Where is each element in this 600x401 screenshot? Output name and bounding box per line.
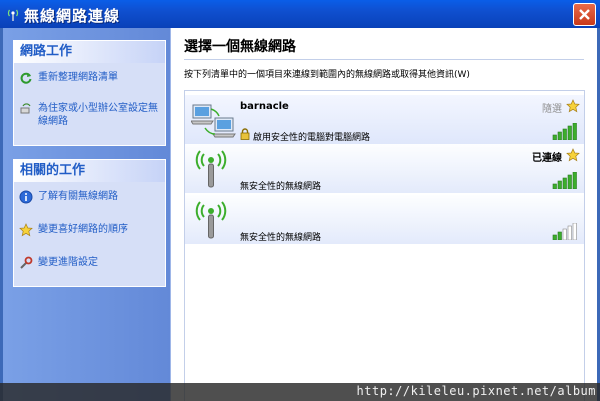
signal-strength-icon [552, 123, 577, 140]
network-name: barnacle [240, 101, 289, 112]
lock-icon [240, 128, 250, 140]
page-title: 選擇一個無線網路 [184, 39, 296, 55]
close-button[interactable] [573, 3, 596, 26]
settings-icon [20, 256, 33, 269]
related-tasks-heading: 相關的工作 [14, 160, 165, 182]
wireless-setup-icon [20, 103, 31, 114]
title-bar[interactable]: 無線網路連線 [0, 0, 600, 28]
signal-strength-icon [552, 172, 577, 189]
signal-bar [552, 183, 557, 189]
learn-wireless-label: 了解有關無線網路 [38, 191, 118, 202]
watermark-text: http://kileleu.pixnet.net/album [356, 384, 596, 398]
wireless-antenna-icon [195, 201, 227, 239]
network-item[interactable]: 已連線 無安全性的無線網路 [185, 144, 584, 193]
network-status: 已連線 [532, 153, 562, 164]
wireless-connection-window: 無線網路連線 網路工作 重新整理網路清單 為住家或小型辦公室設定無線網路 相關的… [0, 0, 600, 401]
signal-bar [557, 131, 562, 140]
learn-wireless-link[interactable]: 了解有關無線網路 [14, 190, 165, 204]
signal-bar [572, 223, 577, 240]
watermark-bar: http://kileleu.pixnet.net/album [0, 383, 600, 401]
signal-bar [562, 228, 567, 240]
signal-bar [562, 177, 567, 189]
star-icon [19, 223, 33, 237]
change-preferred-order-label: 變更喜好網路的順序 [38, 224, 128, 235]
network-security: 無安全性的無線網路 [240, 233, 322, 243]
setup-wireless-network-label: 為住家或小型辦公室設定無線網路 [38, 103, 158, 127]
related-tasks-panel: 相關的工作 了解有關無線網路 變更喜好網路的順序 變更進階設定 [13, 159, 166, 287]
main-pane: 選擇一個無線網路 按下列清單中的一個項目來連線到範圍內的無線網路或取得其他資訊(… [170, 28, 597, 401]
signal-strength-icon [552, 223, 577, 240]
change-preferred-order-link[interactable]: 變更喜好網路的順序 [14, 223, 165, 237]
signal-bar [567, 174, 572, 189]
signal-bar [557, 180, 562, 189]
signal-bar [552, 134, 557, 140]
change-advanced-settings-link[interactable]: 變更進階設定 [14, 256, 165, 269]
network-status: 隨選 [542, 104, 562, 115]
wireless-antenna-icon [195, 150, 227, 188]
network-item[interactable]: barnacle 隨選 啟用安全性的電腦對電腦網路 [185, 95, 584, 144]
network-security: 無安全性的無線網路 [240, 182, 322, 192]
network-item[interactable]: 無安全性的無線網路 [185, 195, 584, 244]
wireless-icon [7, 9, 19, 21]
network-list[interactable]: barnacle 隨選 啟用安全性的電腦對電腦網路 已連線 無安全性的無線網路 … [184, 90, 585, 401]
network-security: 啟用安全性的電腦對電腦網路 [253, 133, 371, 143]
refresh-network-list-link[interactable]: 重新整理網路清單 [14, 71, 165, 84]
title-divider [184, 59, 584, 60]
instructions: 按下列清單中的一個項目來連線到範圍內的無線網路或取得其他資訊(W) [184, 70, 470, 80]
signal-bar [557, 231, 562, 240]
preferred-star-icon [566, 99, 580, 113]
signal-bar [572, 172, 577, 189]
ad-hoc-network-icon [191, 104, 236, 138]
signal-bar [552, 234, 557, 240]
refresh-network-list-label: 重新整理網路清單 [38, 72, 118, 83]
network-tasks-panel: 網路工作 重新整理網路清單 為住家或小型辦公室設定無線網路 [13, 40, 166, 146]
setup-wireless-network-link[interactable]: 為住家或小型辦公室設定無線網路 [14, 102, 165, 128]
signal-bar [562, 128, 567, 140]
change-advanced-settings-label: 變更進階設定 [38, 257, 98, 268]
signal-bar [567, 125, 572, 140]
window-title: 無線網路連線 [24, 7, 121, 25]
network-tasks-heading: 網路工作 [14, 41, 165, 63]
info-icon [19, 190, 33, 204]
signal-bar [567, 225, 572, 240]
sidebar: 網路工作 重新整理網路清單 為住家或小型辦公室設定無線網路 相關的工作 了解有關… [3, 28, 170, 401]
signal-bar [572, 123, 577, 140]
close-icon [579, 9, 590, 20]
refresh-icon [20, 72, 32, 84]
preferred-star-icon [566, 148, 580, 162]
